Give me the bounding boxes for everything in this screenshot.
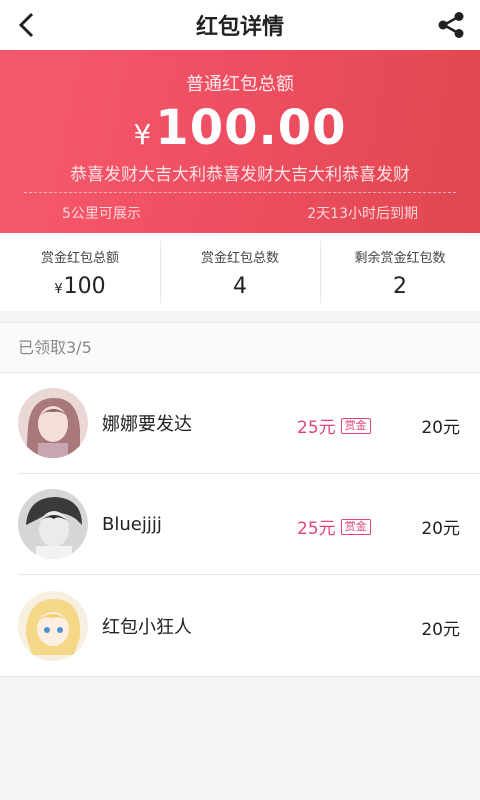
received-amount: 20元 — [421, 519, 460, 539]
red-packet-summary: 普通红包总额 ¥ 100.00 恭喜发财大吉大利恭喜发财大吉大利恭喜发财 5公里… — [0, 50, 480, 233]
receiver-list: 娜娜要发达 25元 赏金 20元 Bluejjjj 25元 赏金 20元 红包小… — [0, 372, 480, 677]
bounty-stats: 赏金红包总额 ¥100 赏金红包总数 4 剩余赏金红包数 2 — [0, 233, 480, 311]
dashed-divider — [24, 192, 456, 193]
avatar — [18, 388, 88, 458]
bonus-amount: 25元 赏金 — [297, 413, 371, 438]
list-item[interactable]: 红包小狂人 20元 — [18, 575, 480, 676]
stat-value: ¥100 — [54, 274, 106, 299]
stat-label: 赏金红包总数 — [200, 251, 279, 266]
receiver-name: Bluejjjj — [102, 513, 162, 535]
top-bar: 红包详情 — [0, 0, 480, 50]
receiver-name: 红包小狂人 — [102, 616, 192, 638]
blessing-text: 恭喜发财大吉大利恭喜发财大吉大利恭喜发财 — [70, 165, 410, 185]
currency-symbol: ¥ — [133, 118, 152, 151]
total-amount: ¥ 100.00 — [0, 100, 480, 156]
list-item[interactable]: 娜娜要发达 25元 赏金 20元 — [18, 373, 480, 474]
received-amount: 20元 — [421, 620, 460, 640]
bounty-badge: 赏金 — [340, 518, 371, 535]
stat-bounty-total: 赏金红包总额 ¥100 — [0, 233, 160, 311]
back-arrow-icon[interactable] — [12, 10, 42, 40]
stat-label: 赏金红包总额 — [40, 251, 119, 266]
avatar — [18, 489, 88, 559]
received-amount: 20元 — [421, 418, 460, 438]
stat-bounty-count: 赏金红包总数 4 — [160, 233, 320, 311]
stat-label: 剩余赏金红包数 — [354, 251, 446, 266]
share-icon[interactable] — [436, 10, 466, 40]
display-range: 5公里可展示 — [62, 206, 141, 222]
receiver-name: 娜娜要发达 — [102, 414, 192, 435]
bounty-badge: 赏金 — [340, 417, 371, 434]
avatar — [18, 590, 88, 661]
list-item[interactable]: Bluejjjj 25元 赏金 20元 — [18, 474, 480, 575]
stat-value: 4 — [233, 274, 247, 299]
page-title: 红包详情 — [195, 15, 284, 40]
stat-bounty-remaining: 剩余赏金红包数 2 — [320, 233, 480, 311]
received-count: 已领取3/5 — [0, 322, 480, 372]
stat-value: 2 — [393, 274, 407, 299]
bonus-amount: 25元 赏金 — [297, 514, 371, 539]
expire-time: 2天13小时后到期 — [307, 206, 418, 222]
total-label: 普通红包总额 — [186, 74, 294, 95]
amount-value: 100.00 — [155, 100, 347, 156]
